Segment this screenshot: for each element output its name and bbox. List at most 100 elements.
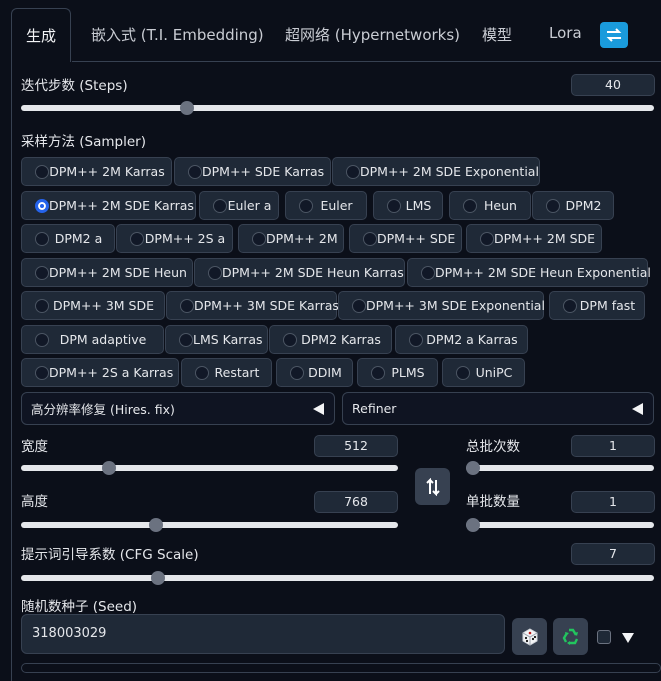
batch-count-slider[interactable] (466, 461, 654, 475)
radio-indicator[interactable] (421, 265, 435, 280)
extra-seed-checkbox[interactable] (597, 630, 611, 644)
sampler-option[interactable]: DPM++ 2S a (116, 224, 233, 253)
radio-indicator[interactable] (371, 365, 385, 380)
sampler-option[interactable]: DPM++ SDE (349, 224, 462, 253)
batch-count-slider-handle[interactable] (466, 461, 480, 475)
radio-indicator[interactable] (208, 265, 222, 280)
radio-indicator[interactable] (195, 365, 209, 380)
sampler-option[interactable]: DPM++ 2M SDE Heun Exponential (407, 258, 651, 287)
height-input[interactable]: 768 (314, 491, 398, 513)
radio-indicator[interactable] (188, 164, 202, 179)
radio-indicator[interactable] (387, 198, 401, 213)
batch-size-slider[interactable] (466, 518, 654, 532)
sampler-option[interactable]: DPM++ 2M SDE Exponential (332, 157, 540, 186)
sampler-option[interactable]: Restart (181, 358, 272, 387)
cfg-scale-slider-handle[interactable] (150, 571, 165, 585)
sampler-option[interactable]: DPM2 a (21, 224, 115, 253)
sampler-option[interactable]: PLMS (357, 358, 438, 387)
radio-indicator[interactable] (480, 231, 494, 246)
sampler-option-label: DPM++ SDE Karras (202, 164, 325, 179)
radio-indicator[interactable] (409, 332, 423, 347)
sampler-option[interactable]: DPM++ 2M SDE Heun (21, 258, 193, 287)
batch-size-input[interactable]: 1 (571, 491, 655, 513)
radio-indicator[interactable] (563, 298, 577, 313)
sampler-option[interactable]: Euler a (199, 191, 279, 220)
sampler-option-label: DPM fast (579, 298, 636, 313)
sampler-option[interactable]: DPM++ 3M SDE Exponential (338, 291, 545, 320)
reuse-seed-button[interactable] (553, 618, 588, 655)
random-seed-button[interactable] (512, 618, 547, 655)
radio-indicator[interactable] (35, 332, 49, 347)
radio-indicator[interactable] (456, 365, 470, 380)
sampler-option-label: DPM++ 2S a (144, 231, 226, 246)
sampler-option[interactable]: Euler (285, 191, 367, 220)
sampler-option[interactable]: DPM++ 2M (238, 224, 344, 253)
seed-input[interactable]: 318003029 (21, 614, 505, 654)
sampler-option[interactable]: Heun (449, 191, 531, 220)
sampler-option[interactable]: DPM fast (549, 291, 645, 320)
radio-indicator[interactable] (35, 231, 49, 246)
sampler-option[interactable]: DPM++ 2M SDE Karras (21, 191, 196, 220)
tab-embedding[interactable]: 嵌入式 (T.I. Embedding) (91, 24, 264, 45)
radio-indicator[interactable] (180, 298, 194, 313)
refresh-button[interactable] (600, 22, 628, 48)
radio-indicator[interactable] (346, 164, 360, 179)
radio-indicator[interactable] (179, 332, 193, 347)
sampler-option[interactable]: UniPC (442, 358, 525, 387)
height-slider[interactable] (21, 518, 398, 532)
swap-dimensions-button[interactable] (415, 468, 450, 505)
sampler-option[interactable]: DPM++ 2M Karras (21, 157, 172, 186)
batch-count-input[interactable]: 1 (571, 435, 655, 457)
sampler-option[interactable]: DPM2 a Karras (395, 325, 528, 354)
tab-models[interactable]: 模型 (482, 24, 512, 45)
dice-icon (522, 627, 537, 646)
sampler-option[interactable]: DPM++ SDE Karras (174, 157, 331, 186)
sampler-option-label: DPM++ 3M SDE (52, 298, 155, 313)
tab-lora[interactable]: Lora (549, 24, 582, 42)
tab-hypernetworks[interactable]: 超网络 (Hypernetworks) (285, 24, 460, 45)
width-slider[interactable] (21, 461, 398, 475)
expand-triangle-icon[interactable] (622, 633, 634, 643)
sampler-option[interactable]: LMS (373, 191, 443, 220)
radio-indicator[interactable] (252, 231, 266, 246)
radio-indicator[interactable] (213, 198, 227, 213)
width-input[interactable]: 512 (314, 435, 398, 457)
radio-indicator[interactable] (299, 198, 313, 213)
radio-indicator[interactable] (546, 198, 560, 213)
tab-generate[interactable]: 生成 (11, 8, 71, 62)
radio-indicator[interactable] (35, 265, 49, 280)
sampler-label: 采样方法 (Sampler) (21, 134, 146, 150)
sampler-option-label: UniPC (475, 365, 513, 380)
steps-slider[interactable] (21, 101, 654, 115)
steps-input[interactable]: 40 (571, 74, 655, 96)
sampler-option[interactable]: DPM++ 2M SDE Heun Karras (194, 258, 405, 287)
refiner-accordion[interactable]: Refiner (342, 392, 654, 425)
radio-indicator[interactable] (35, 198, 49, 213)
sampler-option[interactable]: LMS Karras (165, 325, 268, 354)
sampler-option-label: DPM++ 2M SDE Karras (49, 198, 194, 213)
sampler-option[interactable]: DPM adaptive (21, 325, 164, 354)
sampler-option[interactable]: DPM++ 3M SDE Karras (166, 291, 339, 320)
radio-indicator[interactable] (35, 164, 49, 179)
radio-indicator[interactable] (283, 332, 297, 347)
sampler-option-label: DPM2 a (54, 231, 103, 246)
radio-indicator[interactable] (35, 365, 49, 380)
hires-fix-accordion[interactable]: 高分辨率修复 (Hires. fix) (21, 392, 335, 425)
sampler-option[interactable]: DPM++ 3M SDE (21, 291, 165, 320)
cfg-scale-input[interactable]: 7 (571, 543, 655, 565)
radio-indicator[interactable] (130, 231, 144, 246)
sampler-option[interactable]: DPM++ 2M SDE (466, 224, 602, 253)
sampler-option[interactable]: DPM2 (532, 191, 614, 220)
radio-indicator[interactable] (35, 298, 49, 313)
sampler-option-label: DPM++ SDE (377, 231, 456, 246)
radio-indicator[interactable] (463, 198, 477, 213)
radio-indicator[interactable] (290, 365, 304, 380)
sampler-option-label: Heun (484, 198, 517, 213)
batch-size-slider-handle[interactable] (466, 518, 480, 532)
sampler-option[interactable]: DPM++ 2S a Karras (21, 358, 179, 387)
cfg-scale-slider[interactable] (21, 571, 654, 585)
sampler-option[interactable]: DDIM (276, 358, 353, 387)
radio-indicator[interactable] (352, 298, 366, 313)
radio-indicator[interactable] (363, 231, 377, 246)
sampler-option[interactable]: DPM2 Karras (269, 325, 392, 354)
